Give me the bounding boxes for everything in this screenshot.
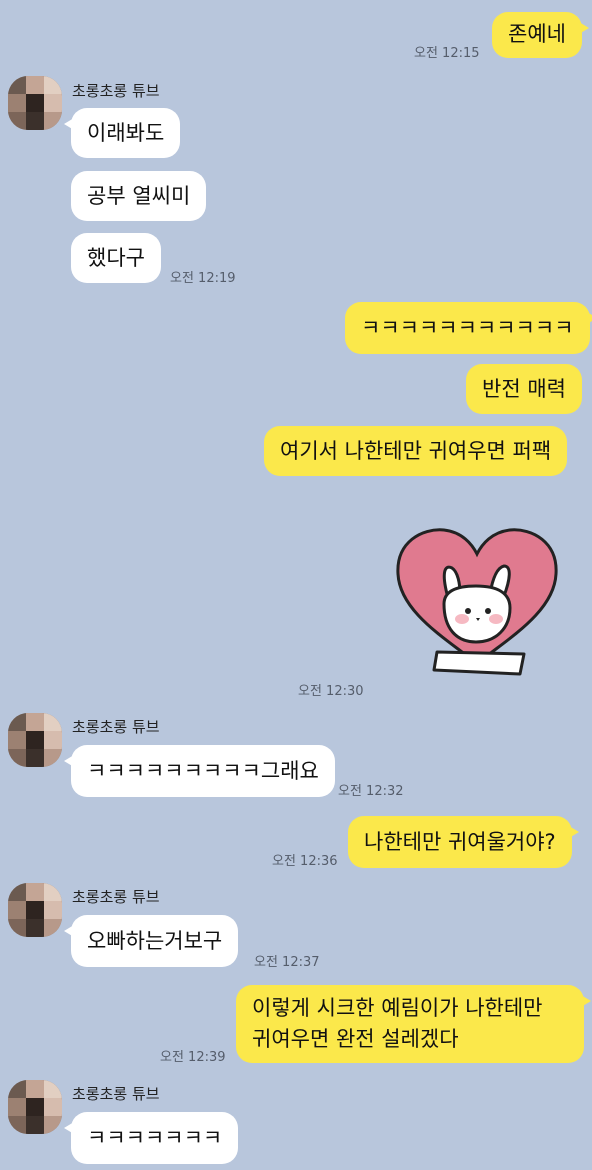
message-time: 오전 12:15 [414, 46, 480, 61]
my-message-bubble[interactable]: 이렇게 시크한 예림이가 나한테만 귀여우면 완전 설레겠다 [236, 985, 591, 1063]
contact-avatar[interactable] [8, 713, 62, 767]
their-message-bubble[interactable]: ㅋㅋㅋㅋㅋㅋㅋ [63, 1112, 239, 1164]
their-message-bubble[interactable]: 이래봐도 [63, 108, 181, 158]
contact-name: 초롱초롱 튜브 [72, 888, 160, 906]
contact-avatar[interactable] [8, 76, 62, 130]
contact-name: 초롱초롱 튜브 [72, 718, 160, 736]
my-message-bubble[interactable]: 나한테만 귀여울거야? [348, 816, 579, 868]
their-message-bubble[interactable]: ㅋㅋㅋㅋㅋㅋㅋㅋㅋ그래요 [64, 745, 335, 797]
their-message-bubble[interactable]: 공부 열씨미 [71, 171, 207, 221]
contact-avatar[interactable] [8, 1080, 62, 1134]
my-message-bubble[interactable]: 존예네 [492, 12, 589, 58]
message-line: 귀여우면 완전 설레겠다 [252, 1027, 459, 1051]
message-time: 오전 12:32 [338, 784, 404, 799]
message-time: 오전 12:30 [298, 684, 364, 699]
my-message-bubble[interactable]: 여기서 나한테만 귀여우면 퍼팩 [264, 426, 568, 476]
message-line: 이렇게 시크한 예림이가 나한테만 [252, 996, 543, 1020]
message-time: 오전 12:19 [170, 271, 236, 286]
bunny-heart-icon [396, 528, 558, 676]
their-message-bubble[interactable]: 했다구 [71, 233, 161, 283]
their-message-bubble[interactable]: 오빠하는거보구 [63, 915, 239, 967]
message-time: 오전 12:37 [254, 955, 320, 970]
contact-name: 초롱초롱 튜브 [72, 82, 160, 100]
contact-avatar[interactable] [8, 883, 62, 937]
my-message-bubble[interactable]: 반전 매력 [466, 364, 582, 414]
my-message-bubble[interactable]: ㅋㅋㅋㅋㅋㅋㅋㅋㅋㅋㅋ [345, 302, 592, 354]
contact-name: 초롱초롱 튜브 [72, 1085, 160, 1103]
message-time: 오전 12:39 [160, 1050, 226, 1065]
bunny-heart-sticker[interactable] [392, 524, 562, 684]
message-time: 오전 12:36 [272, 854, 338, 869]
